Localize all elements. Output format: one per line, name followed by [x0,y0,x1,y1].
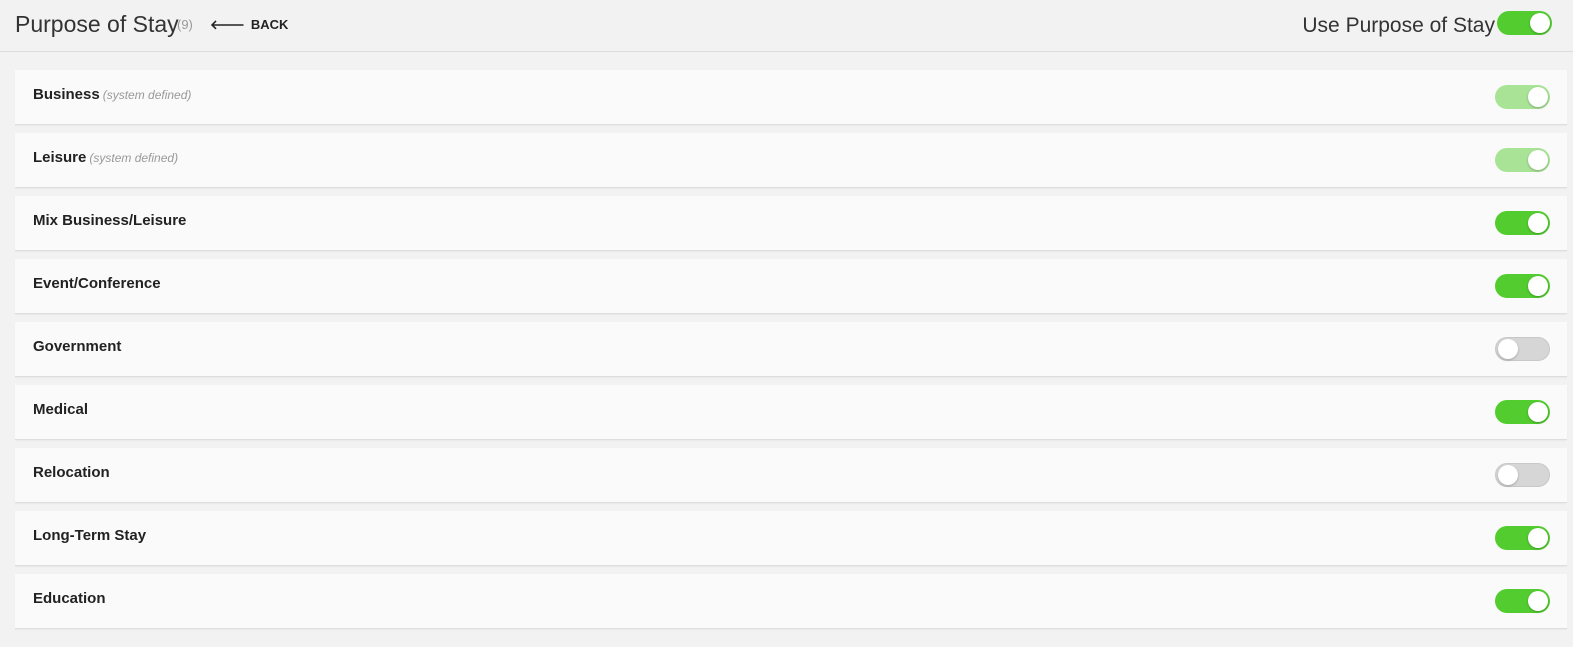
item-toggle[interactable] [1495,589,1550,613]
item-label: Relocation [33,464,110,481]
page-title: Purpose of Stay [15,11,179,37]
item-toggle[interactable] [1495,463,1550,487]
item-toggle[interactable] [1495,337,1550,361]
list-item: Medical [15,385,1567,440]
purpose-list: Business (system defined) Leisure (system … [15,70,1567,637]
toggle-knob [1498,465,1518,485]
back-label: BACK [250,17,289,32]
list-item: Education [15,574,1567,629]
toggle-knob [1528,87,1548,107]
use-purpose-toggle[interactable] [1497,11,1552,35]
system-defined-note: (system defined) [89,151,179,165]
item-label: Event/Conference [33,275,161,292]
item-label: Leisure (system defined) [33,149,179,166]
item-label: Education [33,590,106,607]
toggle-knob [1528,276,1548,296]
item-toggle[interactable] [1495,211,1550,235]
item-toggle[interactable] [1495,148,1550,172]
toggle-knob [1528,591,1548,611]
use-purpose-label: Use Purpose of Stay [1302,14,1495,37]
toggle-knob [1528,528,1548,548]
item-label: Long-Term Stay [33,527,147,544]
back-button[interactable]: 🡐 BACK [210,17,288,32]
toggle-knob [1528,402,1548,422]
system-defined-note: (system defined) [102,88,192,102]
page-header: Purpose of Stay (9) 🡐 BACK Use Purpose o… [0,0,1573,52]
item-toggle[interactable] [1495,85,1550,109]
item-label: Government [33,338,122,355]
list-item: Business (system defined) [15,70,1567,125]
item-label: Mix Business/Leisure [33,212,187,229]
item-toggle[interactable] [1495,526,1550,550]
list-item: Mix Business/Leisure [15,196,1567,251]
list-item: Long-Term Stay [15,511,1567,566]
list-item: Relocation [15,448,1567,503]
item-toggle[interactable] [1495,274,1550,298]
toggle-knob [1528,213,1548,233]
arrow-left-icon: 🡐 [210,17,245,32]
toggle-knob [1498,339,1518,359]
list-item: Leisure (system defined) [15,133,1567,188]
list-item: Event/Conference [15,259,1567,314]
item-count: (9) [177,17,193,32]
item-label: Medical [33,401,89,418]
toggle-knob [1530,13,1550,33]
list-item: Government [15,322,1567,377]
item-toggle[interactable] [1495,400,1550,424]
toggle-knob [1528,150,1548,170]
item-label: Business (system defined) [33,86,192,103]
